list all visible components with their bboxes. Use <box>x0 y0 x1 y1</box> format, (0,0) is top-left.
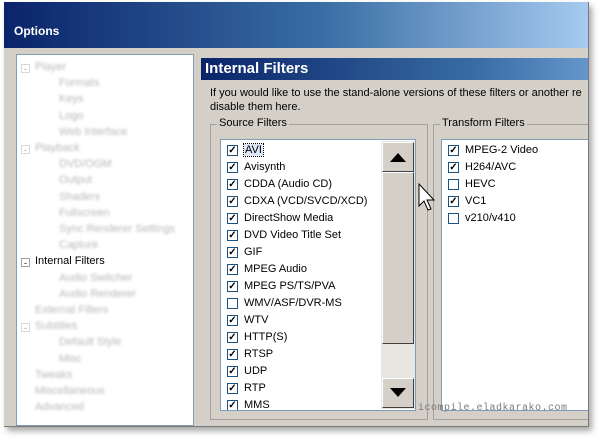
scroll-down-button[interactable] <box>382 378 414 408</box>
checked-checkbox[interactable]: ✓ <box>448 196 459 207</box>
tree-item[interactable]: Capture <box>59 239 98 251</box>
unchecked-checkbox[interactable] <box>227 298 238 309</box>
tree-item[interactable]: External Filters <box>35 304 108 316</box>
tree-item[interactable]: Logo <box>59 110 83 122</box>
tree-item[interactable]: Sync Renderer Settings <box>59 223 175 235</box>
tree-item[interactable]: Default Style <box>59 336 121 348</box>
tree-item[interactable]: DVD/OGM <box>59 158 112 170</box>
arrow-pointer-icon <box>418 183 436 211</box>
options-window: Options - Player Formats Keys Logo Web Interf… <box>4 2 589 427</box>
description-text: If you would like to use the stand-alone… <box>210 87 582 113</box>
tree-item[interactable]: Tweaks <box>35 369 72 381</box>
filter-label: MPEG Audio <box>244 263 307 275</box>
filter-label: UDP <box>244 365 268 377</box>
filter-label: GIF <box>244 246 263 258</box>
tree-item[interactable]: Player <box>35 61 66 73</box>
tree-expander-icon[interactable]: - <box>21 64 30 74</box>
checked-checkbox[interactable]: ✓ <box>227 264 238 275</box>
filter-label: VC1 <box>465 195 487 207</box>
filter-label: RTP <box>244 382 266 394</box>
unchecked-checkbox[interactable] <box>448 179 459 190</box>
tree-expander-icon[interactable]: - <box>21 145 30 155</box>
filter-label: DirectShow Media <box>244 212 334 224</box>
transform-filters-label: Transform Filters <box>440 117 527 129</box>
scroll-up-button[interactable] <box>382 142 414 172</box>
filter-label: MMS <box>244 399 270 411</box>
triangle-up-icon <box>390 153 406 162</box>
filter-label: RTSP <box>244 348 274 360</box>
tree-item[interactable]: Misc <box>59 353 82 365</box>
filter-label: CDXA (VCD/SVCD/XCD) <box>244 195 368 207</box>
checked-checkbox[interactable]: ✓ <box>227 315 238 326</box>
tree-item[interactable]: Miscellaneous <box>35 385 105 397</box>
filter-label: DVD Video Title Set <box>244 229 342 241</box>
filter-label: AVI <box>243 143 264 157</box>
tree-item[interactable]: Internal Filters <box>35 255 105 267</box>
tree-item[interactable]: Advanced <box>35 401 84 413</box>
tree-item[interactable]: Shaders <box>59 191 100 203</box>
page-title: Internal Filters <box>201 58 588 80</box>
tree-expander-icon[interactable]: - <box>21 323 30 333</box>
tree-item[interactable]: Subtitles <box>35 320 77 332</box>
source-filters-label: Source Filters <box>217 117 289 129</box>
watermark-text: icompile.eladkarako.com <box>418 403 568 414</box>
tree-item[interactable]: Fullscreen <box>59 207 110 219</box>
checked-checkbox[interactable]: ✓ <box>448 162 459 173</box>
filter-label: WMV/ASF/DVR-MS <box>244 297 342 309</box>
checked-checkbox[interactable]: ✓ <box>227 179 238 190</box>
checked-checkbox[interactable]: ✓ <box>227 366 238 377</box>
options-tree[interactable]: - Player Formats Keys Logo Web Interface - Play… <box>16 54 194 426</box>
checked-checkbox[interactable]: ✓ <box>227 145 238 156</box>
filter-label: MPEG PS/TS/PVA <box>244 280 336 292</box>
tree-item[interactable]: Playback <box>35 142 80 154</box>
tree-item[interactable]: Formats <box>59 77 99 89</box>
source-filters-scrollbar[interactable] <box>381 141 415 409</box>
filter-label: CDDA (Audio CD) <box>244 178 333 190</box>
checked-checkbox[interactable]: ✓ <box>227 383 238 394</box>
checked-checkbox[interactable]: ✓ <box>227 230 238 241</box>
checked-checkbox[interactable]: ✓ <box>227 196 238 207</box>
checked-checkbox[interactable]: ✓ <box>227 162 238 173</box>
tree-item[interactable]: Audio Renderer <box>59 288 136 300</box>
tree-item[interactable]: Web Interface <box>59 126 127 138</box>
filter-label: Avisynth <box>244 161 286 173</box>
filter-label: v210/v410 <box>465 212 516 224</box>
tree-item[interactable]: Output <box>59 174 92 186</box>
title-bar: Options <box>4 2 588 48</box>
transform-filters-list[interactable]: ✓ MPEG-2 Video ✓ H264/AVC HEVC ✓ VC1 v210/v410 <box>441 139 588 411</box>
tree-expander-icon[interactable]: - <box>21 258 30 268</box>
filter-label: HTTP(S) <box>244 331 288 343</box>
tree-item[interactable]: Keys <box>59 93 83 105</box>
filter-label: HEVC <box>465 178 496 190</box>
checked-checkbox[interactable]: ✓ <box>227 332 238 343</box>
filter-label: WTV <box>244 314 269 326</box>
checked-checkbox[interactable]: ✓ <box>227 281 238 292</box>
checked-checkbox[interactable]: ✓ <box>448 145 459 156</box>
filter-label: H264/AVC <box>465 161 517 173</box>
checked-checkbox[interactable]: ✓ <box>227 349 238 360</box>
filter-label: MPEG-2 Video <box>465 144 539 156</box>
unchecked-checkbox[interactable] <box>448 213 459 224</box>
triangle-down-icon <box>390 388 406 397</box>
window-title: Options <box>14 24 60 38</box>
checked-checkbox[interactable]: ✓ <box>227 400 238 410</box>
tree-item[interactable]: Audio Switcher <box>59 272 132 284</box>
checked-checkbox[interactable]: ✓ <box>227 247 238 258</box>
scroll-thumb[interactable] <box>382 172 414 344</box>
checked-checkbox[interactable]: ✓ <box>227 213 238 224</box>
